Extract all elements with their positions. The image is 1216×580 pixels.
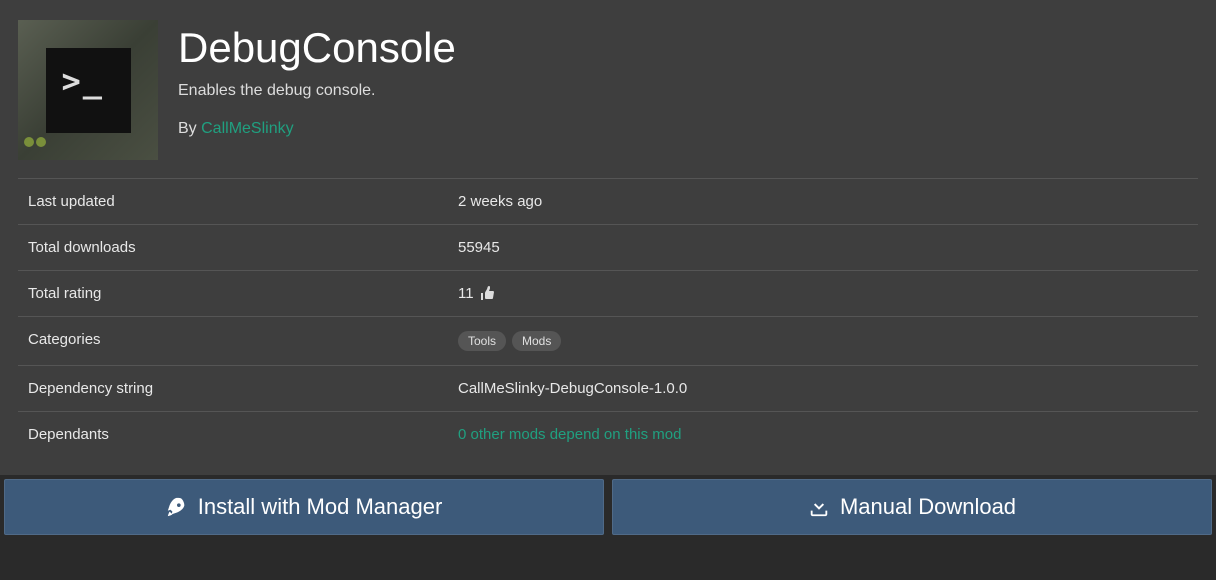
label-dependants: Dependants xyxy=(28,426,458,443)
action-buttons: Install with Mod Manager Manual Download xyxy=(0,479,1216,535)
author-link[interactable]: CallMeSlinky xyxy=(201,120,293,137)
value-total-rating: 11 xyxy=(458,285,496,302)
value-total-downloads: 55945 xyxy=(458,239,500,256)
category-badge-tools[interactable]: Tools xyxy=(458,331,506,351)
console-icon xyxy=(46,48,131,133)
row-total-rating: Total rating 11 xyxy=(18,271,1198,317)
value-last-updated: 2 weeks ago xyxy=(458,193,542,210)
value-dependency-string: CallMeSlinky-DebugConsole-1.0.0 xyxy=(458,380,687,397)
mod-header: DebugConsole Enables the debug console. … xyxy=(18,10,1198,178)
row-dependency-string: Dependency string CallMeSlinky-DebugCons… xyxy=(18,366,1198,412)
label-total-downloads: Total downloads xyxy=(28,239,458,256)
label-total-rating: Total rating xyxy=(28,285,458,302)
row-last-updated: Last updated 2 weeks ago xyxy=(18,179,1198,225)
manual-download-label: Manual Download xyxy=(840,494,1016,520)
rocket-icon xyxy=(166,496,188,518)
label-dependency-string: Dependency string xyxy=(28,380,458,397)
manual-download-button[interactable]: Manual Download xyxy=(612,479,1212,535)
row-total-downloads: Total downloads 55945 xyxy=(18,225,1198,271)
value-categories: Tools Mods xyxy=(458,331,561,351)
thumbs-up-icon xyxy=(480,286,496,302)
mod-description: Enables the debug console. xyxy=(178,82,456,100)
details-table: Last updated 2 weeks ago Total downloads… xyxy=(18,178,1198,457)
install-mod-manager-button[interactable]: Install with Mod Manager xyxy=(4,479,604,535)
mod-title: DebugConsole xyxy=(178,24,456,72)
row-dependants: Dependants 0 other mods depend on this m… xyxy=(18,412,1198,457)
label-categories: Categories xyxy=(28,331,458,351)
row-categories: Categories Tools Mods xyxy=(18,317,1198,366)
category-badge-mods[interactable]: Mods xyxy=(512,331,561,351)
mod-icon xyxy=(18,20,158,160)
by-label: By xyxy=(178,120,201,137)
rating-number: 11 xyxy=(458,285,474,302)
install-button-label: Install with Mod Manager xyxy=(198,494,443,520)
label-last-updated: Last updated xyxy=(28,193,458,210)
download-icon xyxy=(808,496,830,518)
mod-author-line: By CallMeSlinky xyxy=(178,120,456,138)
dependants-link[interactable]: 0 other mods depend on this mod xyxy=(458,426,681,443)
